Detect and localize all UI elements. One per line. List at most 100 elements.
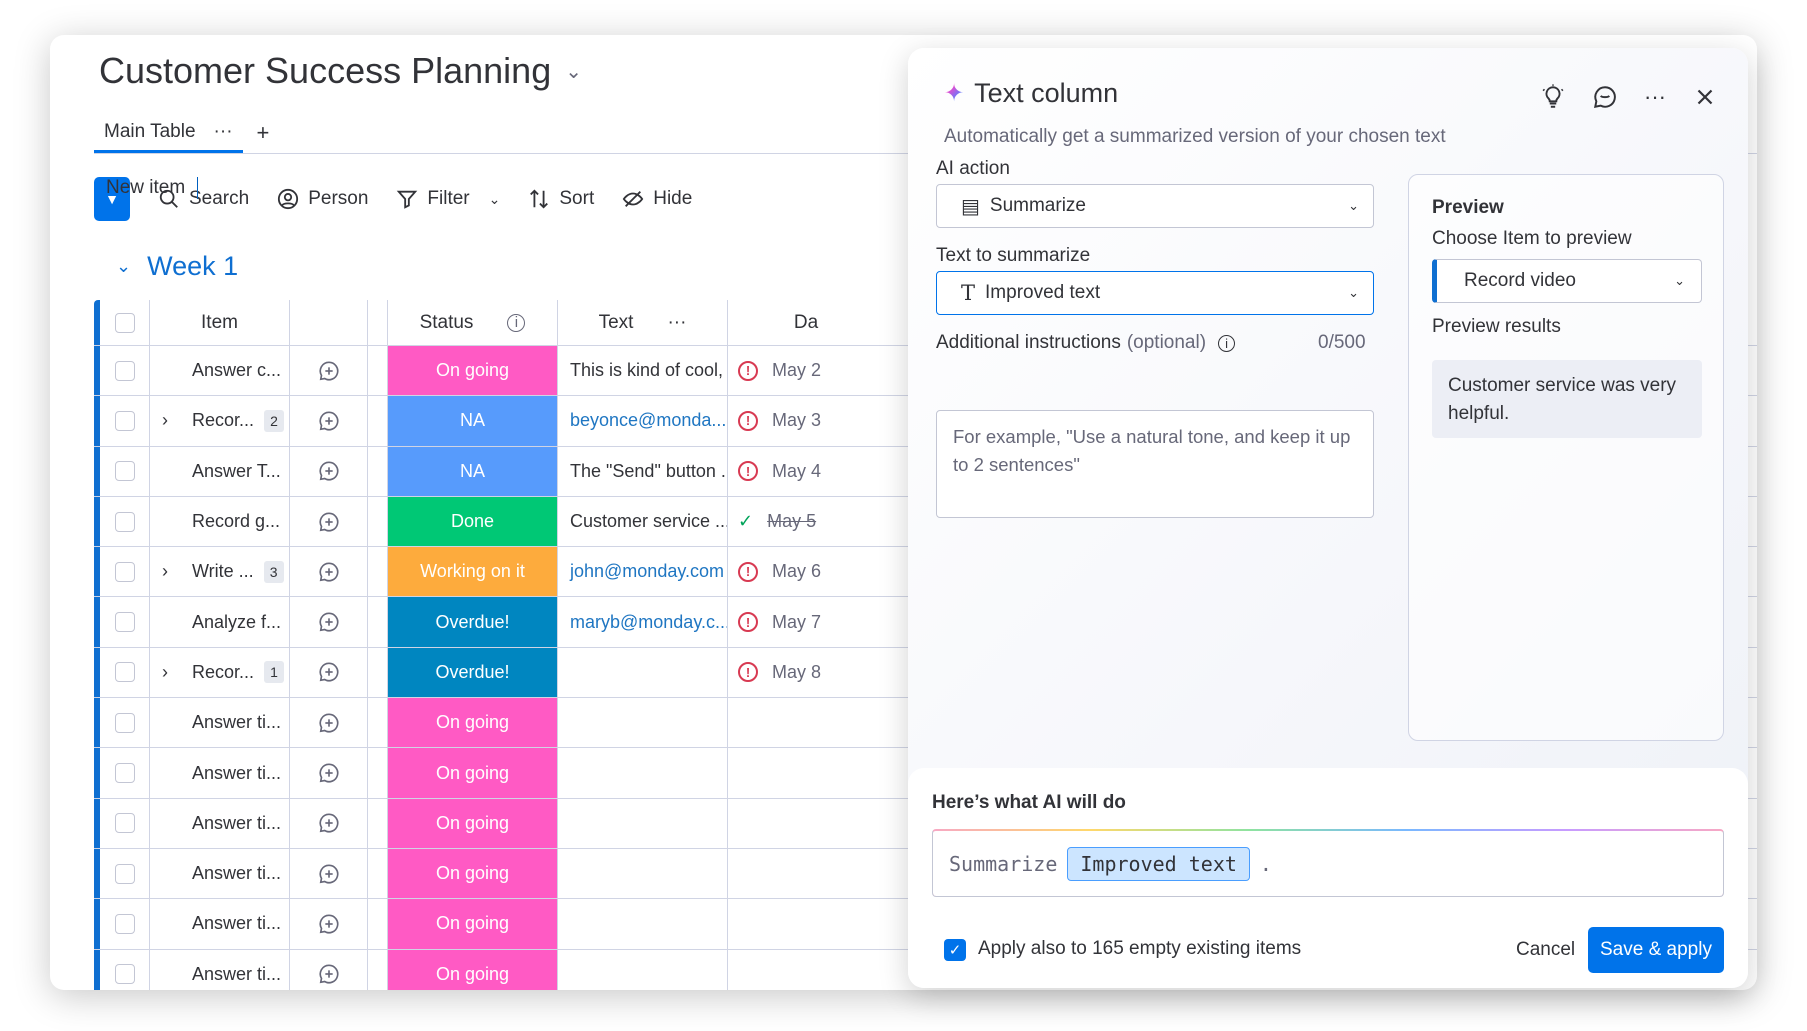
row-checkbox[interactable] bbox=[114, 913, 135, 934]
date-cell[interactable] bbox=[728, 950, 828, 990]
text-cell[interactable]: This is kind of cool, ... bbox=[558, 346, 728, 396]
subitem-count-badge[interactable]: 3 bbox=[263, 560, 284, 583]
item-cell[interactable]: Answer ti... bbox=[150, 698, 290, 748]
status-cell[interactable]: On going bbox=[388, 848, 558, 899]
row-select-cell[interactable] bbox=[100, 647, 150, 698]
add-update-icon[interactable] bbox=[318, 963, 340, 985]
ai-prompt-box[interactable]: Summarize Improved text . bbox=[932, 829, 1724, 897]
item-cell[interactable]: Analyze f... bbox=[150, 597, 290, 647]
text-cell[interactable]: john@monday.com bbox=[558, 547, 728, 597]
add-update-icon[interactable] bbox=[318, 410, 340, 432]
updates-cell[interactable] bbox=[290, 396, 368, 446]
date-cell[interactable] bbox=[728, 748, 828, 797]
updates-cell[interactable] bbox=[290, 597, 368, 647]
updates-cell[interactable] bbox=[290, 346, 368, 396]
status-cell[interactable]: On going bbox=[388, 798, 558, 848]
more-options-icon[interactable]: ··· bbox=[214, 121, 233, 143]
status-cell[interactable]: Overdue! bbox=[388, 647, 558, 698]
preview-item-select[interactable]: Record video ⌄ bbox=[1432, 259, 1702, 303]
updates-cell[interactable] bbox=[290, 496, 368, 547]
row-checkbox[interactable] bbox=[114, 712, 135, 733]
date-cell[interactable]: ! May 3 bbox=[728, 396, 828, 445]
add-update-icon[interactable] bbox=[318, 712, 340, 734]
info-icon[interactable]: i bbox=[1218, 334, 1236, 352]
updates-cell[interactable] bbox=[290, 698, 368, 748]
status-cell[interactable]: On going bbox=[388, 899, 558, 949]
add-update-icon[interactable] bbox=[318, 661, 340, 683]
item-cell[interactable]: Answer c... bbox=[150, 346, 290, 396]
text-cell[interactable] bbox=[558, 647, 728, 698]
row-checkbox[interactable] bbox=[114, 863, 135, 884]
updates-cell[interactable] bbox=[290, 647, 368, 698]
add-update-icon[interactable] bbox=[318, 561, 340, 583]
chevron-down-icon[interactable]: ⌄ bbox=[565, 59, 582, 84]
column-header-date[interactable]: Da bbox=[728, 300, 828, 345]
add-update-icon[interactable] bbox=[318, 360, 340, 382]
item-cell[interactable]: Answer ti... bbox=[150, 899, 290, 949]
more-options-icon[interactable]: ··· bbox=[667, 312, 686, 334]
board-title[interactable]: Customer Success Planning ⌄ bbox=[99, 50, 582, 92]
row-select-cell[interactable] bbox=[100, 496, 150, 547]
updates-cell[interactable] bbox=[290, 949, 368, 990]
info-icon[interactable]: i bbox=[507, 313, 526, 332]
feedback-icon[interactable] bbox=[1592, 84, 1618, 110]
row-checkbox[interactable] bbox=[114, 410, 135, 431]
date-cell[interactable]: ! May 4 bbox=[728, 447, 828, 496]
column-header-item[interactable]: Item bbox=[150, 300, 290, 345]
row-select-cell[interactable] bbox=[100, 798, 150, 848]
add-update-icon[interactable] bbox=[318, 611, 340, 633]
status-cell[interactable]: NA bbox=[388, 396, 558, 446]
chevron-right-icon[interactable]: › bbox=[162, 410, 168, 431]
updates-cell[interactable] bbox=[290, 899, 368, 949]
date-cell[interactable] bbox=[728, 698, 828, 747]
row-select-cell[interactable] bbox=[100, 848, 150, 899]
sort-button[interactable]: Sort bbox=[528, 188, 594, 210]
row-select-cell[interactable] bbox=[100, 346, 150, 396]
apply-existing-label[interactable]: Apply also to 165 empty existing items bbox=[978, 938, 1301, 960]
date-cell[interactable] bbox=[728, 899, 828, 948]
text-cell[interactable] bbox=[558, 698, 728, 748]
row-checkbox[interactable] bbox=[114, 511, 135, 532]
status-cell[interactable]: On going bbox=[388, 346, 558, 396]
text-cell[interactable]: The "Send" button ... bbox=[558, 446, 728, 496]
row-select-cell[interactable] bbox=[100, 396, 150, 446]
updates-cell[interactable] bbox=[290, 446, 368, 496]
save-apply-button[interactable]: Save & apply bbox=[1588, 927, 1724, 973]
status-cell[interactable]: NA bbox=[388, 446, 558, 496]
row-select-cell[interactable] bbox=[100, 597, 150, 647]
status-cell[interactable]: On going bbox=[388, 698, 558, 748]
text-cell[interactable] bbox=[558, 798, 728, 848]
new-item-button[interactable]: New item ▼ bbox=[94, 177, 199, 221]
column-header-text[interactable]: Text ··· bbox=[558, 300, 728, 345]
chevron-right-icon[interactable]: › bbox=[162, 561, 168, 582]
add-view-button[interactable]: + bbox=[257, 120, 270, 146]
item-cell[interactable]: Answer ti... bbox=[150, 949, 290, 990]
row-checkbox[interactable] bbox=[114, 561, 135, 582]
group-title[interactable]: Week 1 bbox=[147, 251, 238, 282]
chevron-right-icon[interactable]: › bbox=[162, 662, 168, 683]
row-select-cell[interactable] bbox=[100, 748, 150, 798]
updates-cell[interactable] bbox=[290, 748, 368, 798]
instructions-textarea[interactable]: For example, "Use a natural tone, and ke… bbox=[936, 410, 1374, 518]
column-header-status[interactable]: Status i bbox=[388, 300, 558, 345]
updates-cell[interactable] bbox=[290, 547, 368, 597]
status-cell[interactable]: Done bbox=[388, 496, 558, 547]
filter-button[interactable]: Filter ⌄ bbox=[396, 188, 500, 210]
tab-main-table[interactable]: Main Table ··· bbox=[94, 113, 243, 153]
add-update-icon[interactable] bbox=[318, 863, 340, 885]
item-cell[interactable]: › Write ... 3 bbox=[150, 547, 290, 597]
text-cell[interactable]: maryb@monday.c... bbox=[558, 597, 728, 647]
text-cell[interactable]: beyonce@monda... bbox=[558, 396, 728, 446]
item-cell[interactable]: › Recor... 2 bbox=[150, 396, 290, 446]
row-select-cell[interactable] bbox=[100, 899, 150, 949]
text-cell[interactable] bbox=[558, 748, 728, 798]
item-cell[interactable]: Record g... bbox=[150, 496, 290, 547]
date-cell[interactable]: ! May 6 bbox=[728, 547, 828, 596]
row-select-cell[interactable] bbox=[100, 446, 150, 496]
status-cell[interactable]: On going bbox=[388, 949, 558, 990]
select-all-cell[interactable] bbox=[100, 300, 150, 345]
row-checkbox[interactable] bbox=[114, 813, 135, 834]
date-cell[interactable] bbox=[728, 849, 828, 898]
add-update-icon[interactable] bbox=[318, 812, 340, 834]
row-checkbox[interactable] bbox=[114, 662, 135, 683]
